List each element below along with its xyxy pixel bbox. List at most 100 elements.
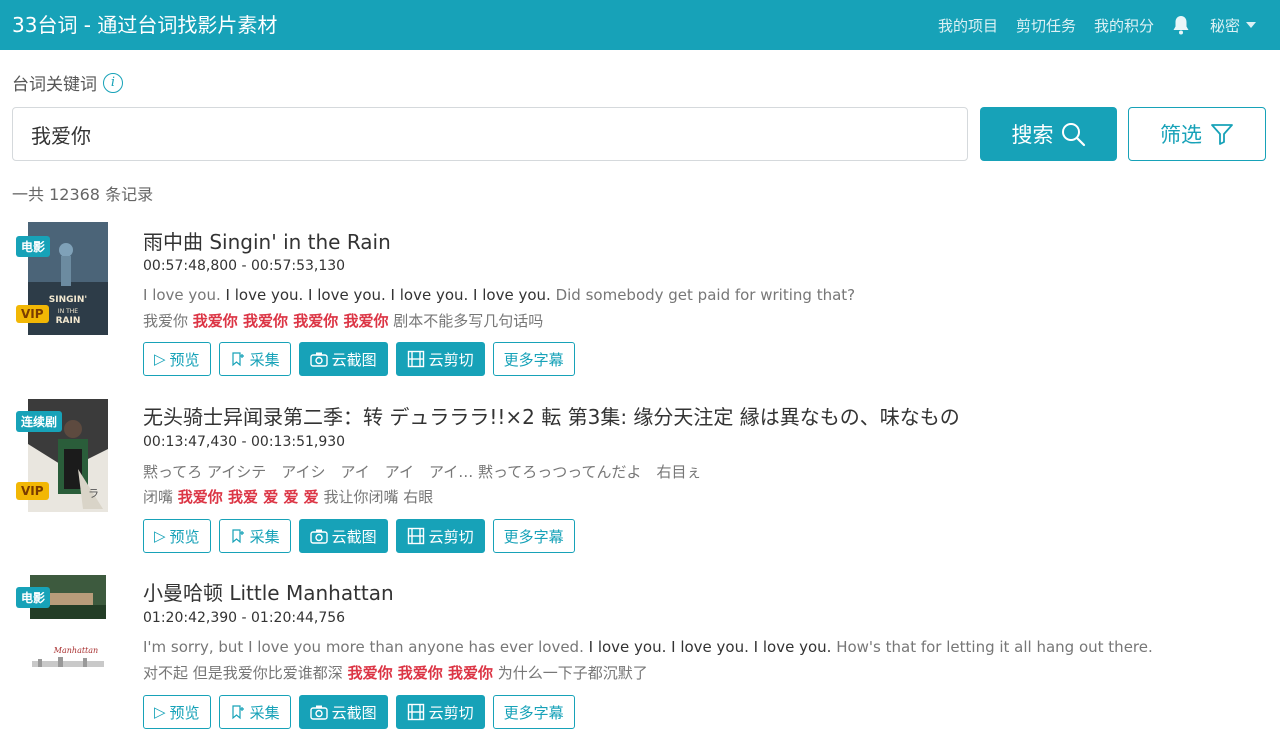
subtitle-cn-post: 我让你闭嘴 右眼 (323, 488, 434, 506)
user-menu[interactable]: 秘密 (1210, 15, 1256, 36)
subtitle-en-pre: I love you. (143, 286, 221, 304)
bell-icon[interactable] (1172, 14, 1192, 36)
collect-button[interactable]: 采集 (218, 519, 291, 553)
search-input[interactable] (12, 107, 968, 161)
subtitle-en-match: I love you. I love you. I love you. I lo… (225, 286, 551, 304)
subtitle-en-pre: I'm sorry, but I love you more than anyo… (143, 638, 584, 656)
subtitle-cn-match: 我爱你 我爱你 我爱你 我爱你 (192, 312, 389, 330)
filter-button-label: 筛选 (1160, 123, 1202, 147)
type-badge: 电影 (16, 587, 51, 608)
more-subtitles-button[interactable]: 更多字幕 (492, 342, 575, 376)
preview-label: 预览 (169, 527, 200, 546)
cut-button[interactable]: 云剪切 (395, 695, 485, 729)
subtitle-cn: 闭嘴 我爱你 我爱 爱 爱 爱 我让你闭嘴 右眼 (143, 486, 433, 507)
subtitle-cn-match: 我爱你 我爱你 我爱你 (347, 664, 494, 682)
collect-label: 采集 (249, 703, 280, 722)
cut-button[interactable]: 云剪切 (395, 342, 485, 376)
cut-label: 云剪切 (428, 527, 474, 546)
collect-button[interactable]: 采集 (218, 695, 291, 729)
more-subtitles-button[interactable]: 更多字幕 (492, 695, 575, 729)
subtitle-cn-pre: 对不起 但是我爱你比爱谁都深 (143, 664, 343, 682)
more-subtitles-label: 更多字幕 (503, 527, 564, 546)
subtitle-en: I love you. I love you. I love you. I lo… (143, 286, 855, 304)
type-badge: 连续剧 (16, 411, 63, 432)
search-button-label: 搜索 (1011, 123, 1054, 147)
bookmark-add-icon (231, 529, 244, 544)
collect-label: 采集 (249, 350, 280, 369)
user-name: 秘密 (1209, 16, 1240, 35)
screenshot-button[interactable]: 云截图 (298, 342, 388, 376)
preview-label: 预览 (169, 703, 200, 722)
play-icon: ▷ (154, 350, 166, 368)
nav-cut-tasks[interactable]: 剪切任务 (1016, 15, 1076, 36)
subtitle-cn-post: 为什么一下子都沉默了 (497, 664, 648, 682)
camera-icon (309, 352, 328, 367)
svg-text:Manhattan: Manhattan (53, 646, 98, 655)
result-time: 00:57:48,800 - 00:57:53,130 (143, 258, 346, 274)
keyword-label: 台词关键词 i (12, 70, 123, 95)
subtitle-cn-pre: 闭嘴 (143, 488, 174, 506)
subtitle-en: 黙ってろ アイシテ アイシ アイ アイ アイ… 黙ってろっつってんだよ 右目ぇ (143, 461, 702, 482)
more-subtitles-button[interactable]: 更多字幕 (492, 519, 575, 553)
film-icon (407, 350, 424, 368)
result-time: 01:20:42,390 - 01:20:44,756 (143, 610, 346, 626)
more-subtitles-label: 更多字幕 (503, 350, 564, 369)
screenshot-label: 云截图 (331, 350, 377, 369)
preview-button[interactable]: ▷ 预览 (143, 342, 211, 376)
bookmark-add-icon (231, 352, 244, 367)
film-icon (407, 703, 424, 721)
result-time: 00:13:47,430 - 00:13:51,930 (143, 434, 346, 450)
result-title[interactable]: 小曼哈顿 Little Manhattan (143, 577, 394, 606)
subtitle-cn: 我爱你 我爱你 我爱你 我爱你 我爱你 剧本不能多写几句话吗 (143, 310, 543, 331)
result-actions: ▷ 预览 采集 云截图 云剪切 更多字幕 (143, 695, 575, 729)
collect-button[interactable]: 采集 (218, 342, 291, 376)
preview-label: 预览 (169, 350, 200, 369)
collect-label: 采集 (249, 527, 280, 546)
vip-badge: VIP (16, 482, 49, 500)
film-icon (407, 527, 424, 545)
screenshot-button[interactable]: 云截图 (298, 695, 388, 729)
search-button[interactable]: 搜索 (980, 107, 1117, 161)
keyword-label-text: 台词关键词 (12, 75, 97, 95)
preview-button[interactable]: ▷ 预览 (143, 519, 211, 553)
subtitle-en: I'm sorry, but I love you more than anyo… (143, 638, 1153, 656)
preview-button[interactable]: ▷ 预览 (143, 695, 211, 729)
nav-links: 我的项目 剪切任务 我的积分 秘密 (938, 0, 1256, 50)
site-brand[interactable]: 33台词 - 通过台词找影片素材 (12, 9, 277, 38)
cut-button[interactable]: 云剪切 (395, 519, 485, 553)
cut-label: 云剪切 (428, 350, 474, 369)
camera-icon (309, 705, 328, 720)
cut-label: 云剪切 (428, 703, 474, 722)
subtitle-cn-post: 剧本不能多写几句话吗 (393, 312, 544, 330)
result-title[interactable]: 雨中曲 Singin' in the Rain (143, 226, 391, 255)
svg-text:RAIN: RAIN (56, 316, 81, 326)
play-icon: ▷ (154, 527, 166, 545)
result-actions: ▷ 预览 采集 云截图 云剪切 更多字幕 (143, 342, 575, 376)
subtitle-en-post: Did somebody get paid for writing that? (555, 286, 856, 304)
bookmark-add-icon (231, 705, 244, 720)
type-badge: 电影 (16, 236, 51, 257)
result-title[interactable]: 无头骑士异闻录第二季：转 デュラララ!!×2 転 第3集: 缘分天注定 縁は異な… (143, 401, 960, 430)
camera-icon (309, 529, 328, 544)
nav-my-points[interactable]: 我的积分 (1094, 15, 1154, 36)
result-actions: ▷ 预览 采集 云截图 云剪切 更多字幕 (143, 519, 575, 553)
info-icon[interactable]: i (103, 72, 123, 93)
filter-button[interactable]: 筛选 (1128, 107, 1266, 161)
screenshot-label: 云截图 (331, 703, 377, 722)
more-subtitles-label: 更多字幕 (503, 703, 564, 722)
subtitle-en-pre: 黙ってろ アイシテ アイシ アイ アイ アイ… 黙ってろっつってんだよ 右目ぇ (143, 463, 702, 481)
screenshot-label: 云截图 (331, 527, 377, 546)
subtitle-cn-match: 我爱你 我爱 爱 爱 爱 (177, 488, 319, 506)
screenshot-button[interactable]: 云截图 (298, 519, 388, 553)
svg-text:IN THE: IN THE (58, 308, 78, 315)
play-icon: ▷ (154, 703, 166, 721)
nav-my-projects[interactable]: 我的项目 (938, 15, 998, 36)
chevron-down-icon (1246, 22, 1256, 28)
search-icon (1061, 123, 1085, 147)
top-navbar: 33台词 - 通过台词找影片素材 我的项目 剪切任务 我的积分 秘密 (0, 0, 1280, 50)
result-count: 一共 12368 条记录 (12, 185, 154, 204)
subtitle-cn-pre: 我爱你 (143, 312, 189, 330)
svg-text:ラ: ラ (88, 487, 99, 500)
svg-text:SINGIN': SINGIN' (49, 295, 87, 305)
filter-icon (1211, 124, 1233, 145)
